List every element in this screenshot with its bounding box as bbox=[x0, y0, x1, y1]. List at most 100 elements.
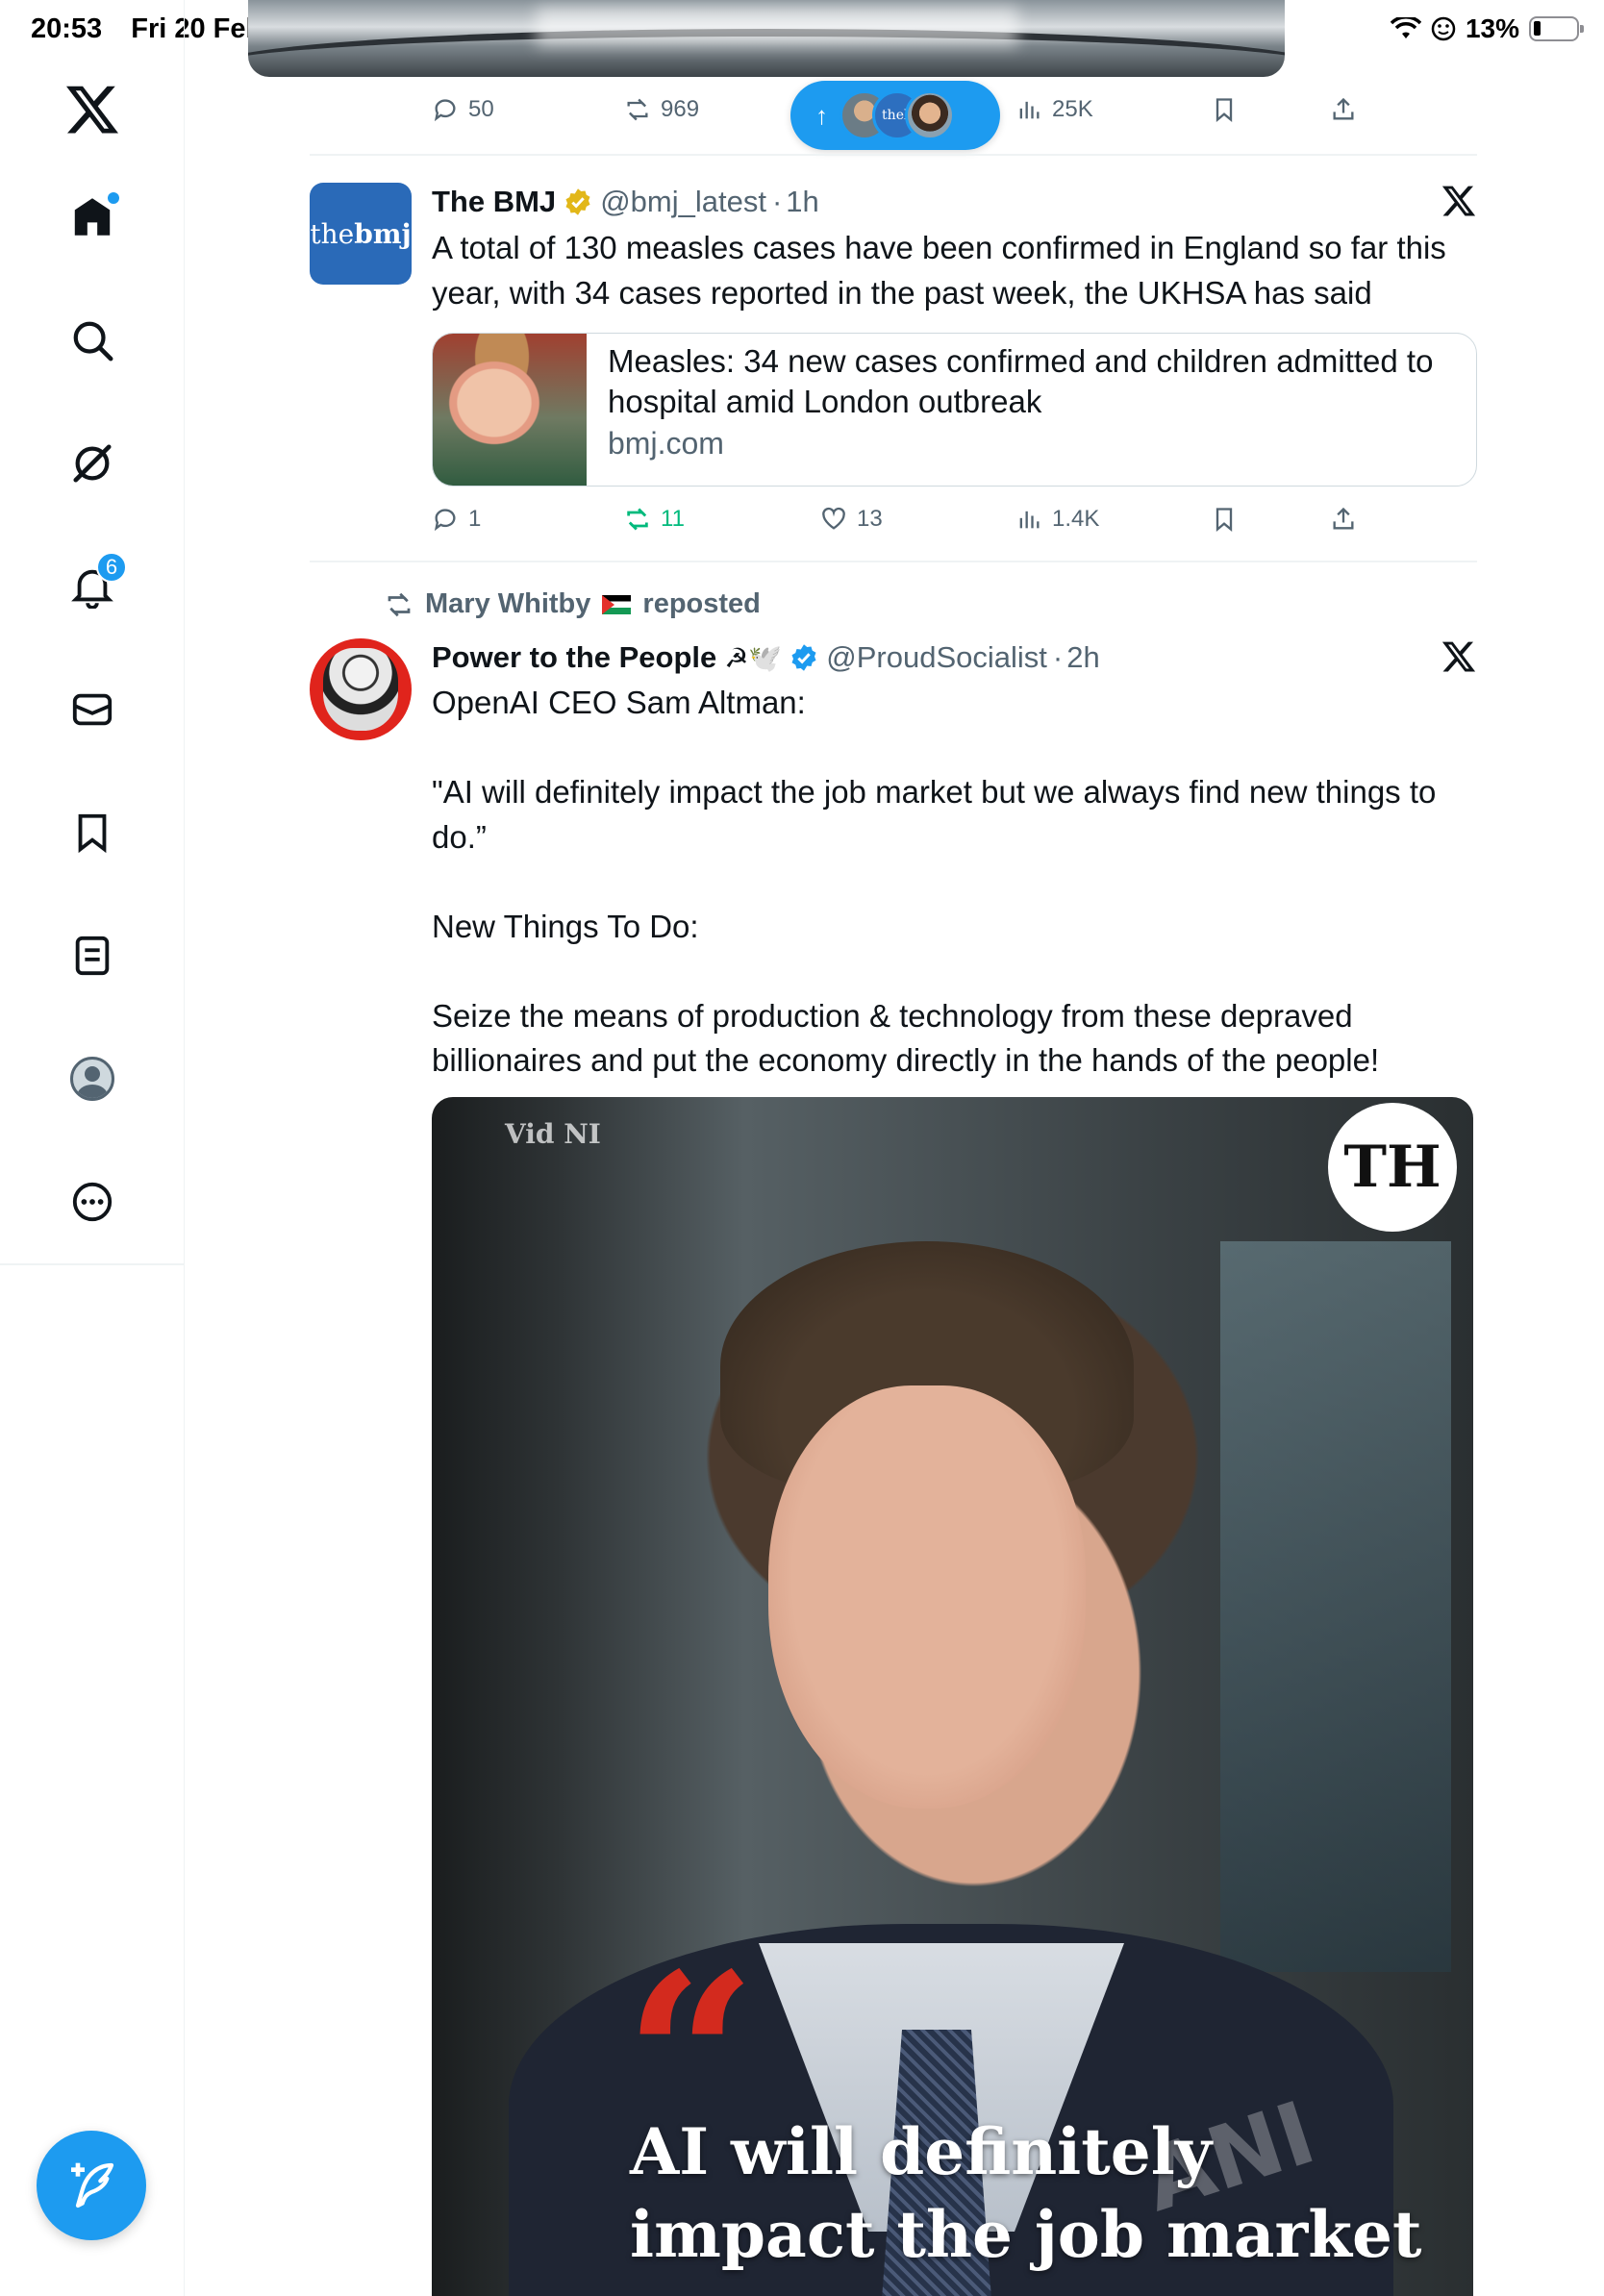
focus-mode-icon bbox=[1431, 16, 1456, 41]
author-emoji: ☭🕊️ bbox=[724, 641, 783, 674]
author-handle[interactable]: @bmj_latest bbox=[600, 185, 766, 219]
tweet-time[interactable]: 2h bbox=[1066, 640, 1099, 675]
sidebar-item-notifications[interactable]: 6 bbox=[58, 552, 127, 621]
author-handle[interactable]: @ProudSocialist bbox=[826, 640, 1047, 675]
wifi-icon bbox=[1390, 17, 1421, 38]
video-background-glass bbox=[1220, 1241, 1451, 1972]
link-card-title: Measles: 34 new cases confirmed and chil… bbox=[608, 343, 1434, 419]
reply-button[interactable]: 50 bbox=[432, 96, 494, 123]
tweet-body: Power to the People ☭🕊️ @ProudSocialist … bbox=[432, 638, 1477, 1084]
tweet-text: A total of 130 measles cases have been c… bbox=[432, 230, 1455, 311]
views-count: 1.4K bbox=[1052, 506, 1100, 532]
link-card-image bbox=[433, 334, 587, 486]
repost-button[interactable]: 969 bbox=[624, 96, 699, 123]
link-card[interactable]: Measles: 34 new cases confirmed and chil… bbox=[432, 333, 1477, 487]
th-logo: TH bbox=[1328, 1103, 1457, 1232]
sidebar-item-lists[interactable] bbox=[58, 921, 127, 990]
bmj-logo-bold: bmj bbox=[354, 217, 412, 250]
tweet-divider bbox=[310, 561, 1477, 562]
x-logo-icon[interactable] bbox=[63, 81, 121, 138]
tweet-time[interactable]: 1h bbox=[786, 185, 818, 219]
views-count: 25K bbox=[1052, 96, 1093, 122]
tweet-header: The BMJ @bmj_latest · 1h bbox=[432, 183, 1477, 221]
link-card-domain: bmj.com bbox=[608, 426, 724, 461]
palestine-flag-icon bbox=[602, 594, 632, 614]
tweet-divider bbox=[310, 154, 1477, 156]
tweet-bmj[interactable]: the bmj The BMJ @bmj_latest · 1h A total … bbox=[310, 183, 1477, 558]
status-indicators: 13% bbox=[1390, 13, 1584, 44]
home-icon bbox=[74, 198, 111, 236]
author-name[interactable]: Power to the People bbox=[432, 640, 716, 675]
like-button[interactable]: 13 bbox=[820, 506, 883, 533]
tweet-video[interactable]: Vid NI TH ANI “ AI will definitely impac… bbox=[432, 1097, 1473, 2296]
views-button[interactable]: 25K bbox=[1015, 96, 1093, 123]
avatar[interactable] bbox=[310, 638, 412, 740]
reply-count: 50 bbox=[468, 96, 494, 122]
reply-button[interactable]: 1 bbox=[432, 506, 481, 533]
reply-icon bbox=[434, 99, 456, 122]
sidebar-item-bookmarks[interactable] bbox=[58, 798, 127, 867]
x-grok-icon[interactable] bbox=[1441, 638, 1477, 675]
grok-icon bbox=[73, 444, 112, 483]
share-button[interactable] bbox=[1330, 96, 1357, 123]
repost-indicator[interactable]: Mary Whitby reposted bbox=[385, 588, 761, 620]
separator: · bbox=[1052, 640, 1064, 674]
sidebar-item-search[interactable] bbox=[58, 306, 127, 375]
compose-post-icon bbox=[71, 2162, 114, 2209]
video-caption: AI will definitely impact the job market bbox=[630, 2110, 1422, 2276]
sidebar: 6 bbox=[0, 0, 185, 2296]
new-posts-pill[interactable]: ↑ theb bbox=[790, 81, 1000, 150]
separator: · bbox=[771, 185, 783, 218]
profile-avatar-icon bbox=[70, 1057, 114, 1101]
sidebar-divider bbox=[0, 1263, 185, 1265]
reposted-label: reposted bbox=[642, 588, 761, 619]
views-icon bbox=[1019, 101, 1040, 119]
bookmark-icon bbox=[1216, 98, 1233, 122]
search-icon bbox=[73, 321, 113, 362]
avatar bbox=[905, 90, 955, 140]
reposter-name: Mary Whitby bbox=[425, 588, 591, 619]
repost-icon bbox=[627, 508, 648, 531]
video-caption-line2: impact the job market bbox=[630, 2197, 1422, 2272]
sidebar-item-profile[interactable] bbox=[58, 1044, 127, 1113]
tweet-body: The BMJ @bmj_latest · 1h A total of 130 … bbox=[432, 183, 1477, 315]
bookmark-icon bbox=[1216, 508, 1233, 532]
previous-tweet-media[interactable] bbox=[248, 0, 1285, 77]
video-subject-face bbox=[768, 1385, 1086, 1809]
avatar[interactable]: the bmj bbox=[310, 183, 412, 285]
share-icon bbox=[1333, 97, 1354, 120]
notification-badge: 6 bbox=[96, 552, 127, 583]
repost-button[interactable]: 11 bbox=[624, 506, 685, 533]
lists-icon bbox=[75, 936, 110, 976]
battery-percent: 13% bbox=[1465, 13, 1519, 43]
compose-post-button[interactable] bbox=[37, 2131, 146, 2240]
repost-count: 11 bbox=[661, 506, 685, 532]
battery-icon bbox=[1529, 16, 1584, 41]
x-grok-icon[interactable] bbox=[1441, 183, 1477, 219]
verified-gold-badge-icon bbox=[565, 188, 590, 215]
bookmark-button[interactable] bbox=[1211, 506, 1238, 533]
sidebar-item-more[interactable] bbox=[58, 1167, 127, 1236]
share-icon bbox=[1333, 507, 1354, 530]
home-unread-dot bbox=[108, 192, 119, 204]
reply-count: 1 bbox=[468, 506, 482, 532]
sidebar-item-messages[interactable] bbox=[58, 675, 127, 744]
sidebar-item-home[interactable] bbox=[58, 183, 127, 252]
arrow-up-icon: ↑ bbox=[815, 100, 828, 130]
sidebar-item-grok[interactable] bbox=[58, 429, 127, 498]
author-name[interactable]: The BMJ bbox=[432, 185, 556, 219]
share-button[interactable] bbox=[1330, 506, 1357, 533]
heart-icon bbox=[822, 507, 845, 530]
new-posts-avatars: theb bbox=[840, 90, 965, 140]
video-credit: Vid NI bbox=[505, 1118, 601, 1150]
bmj-logo-light: the bbox=[310, 217, 355, 250]
views-icon bbox=[1019, 511, 1040, 529]
like-count: 13 bbox=[857, 506, 883, 532]
video-caption-line1: AI will definitely bbox=[630, 2114, 1213, 2189]
bookmark-button[interactable] bbox=[1211, 96, 1238, 123]
reply-icon bbox=[434, 509, 456, 532]
link-card-text: Measles: 34 new cases confirmed and chil… bbox=[608, 341, 1457, 462]
repost-icon bbox=[627, 98, 648, 121]
views-button[interactable]: 1.4K bbox=[1015, 506, 1099, 533]
bookmark-icon bbox=[78, 813, 107, 854]
